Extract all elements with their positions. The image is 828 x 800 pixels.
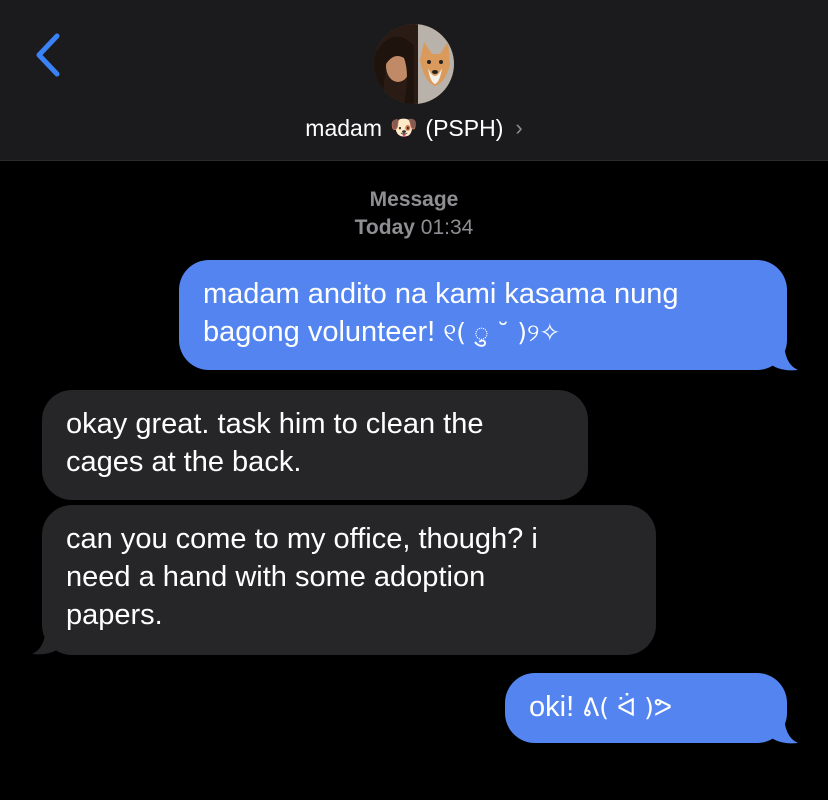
chevron-right-icon: ›: [515, 115, 523, 140]
bubble-tail: [768, 340, 798, 371]
sent-message-bubble[interactable]: madam andito na kami kasama nung bagong …: [179, 260, 787, 370]
message-text: cages at the back.: [66, 446, 302, 478]
kaomoji-text: ᕕ( ᐛ )ᕗ: [582, 693, 673, 722]
message-text: need a hand with some adoption: [66, 561, 486, 593]
time-label: 01:34: [420, 216, 474, 239]
message-text: papers.: [66, 599, 163, 631]
back-button[interactable]: [28, 30, 68, 80]
received-message-bubble[interactable]: can you come to my office, though? i nee…: [42, 505, 656, 655]
message-text: oki! ᕕ( ᐛ )ᕗ: [529, 691, 673, 723]
message-text: madam andito na kami kasama nung: [203, 278, 679, 310]
message-text: okay great. task him to clean the: [66, 408, 484, 440]
day-label: Today: [354, 216, 415, 239]
bubble-tail: [768, 713, 798, 744]
chevron-left-icon: [36, 33, 60, 77]
contact-org: (PSPH): [425, 114, 504, 141]
received-message-bubble[interactable]: okay great. task him to clean the cages …: [42, 390, 588, 500]
message-text: bagong volunteer! ୧( ु ˘ )୨✧: [203, 316, 561, 348]
contact-name: madam: [305, 114, 382, 141]
message-text: can you come to my office, though? i: [66, 523, 538, 555]
avatar-photo: [374, 24, 454, 104]
kaomoji-text: ୧( ु ˘ )୨✧: [443, 318, 561, 347]
contact-name-button[interactable]: madam 🐶 (PSPH) ›: [0, 108, 828, 148]
contact-avatar[interactable]: [374, 24, 454, 104]
bubble-tail: [32, 624, 62, 655]
dog-emoji-icon: 🐶: [390, 115, 418, 141]
conversation-header: madam 🐶 (PSPH) ›: [0, 0, 828, 161]
service-label: Message: [369, 188, 459, 211]
date-time-label: Today 01:34: [0, 214, 828, 242]
sent-message-bubble[interactable]: oki! ᕕ( ᐛ )ᕗ: [505, 673, 787, 743]
message-timestamp: Message Today 01:34: [0, 186, 828, 242]
